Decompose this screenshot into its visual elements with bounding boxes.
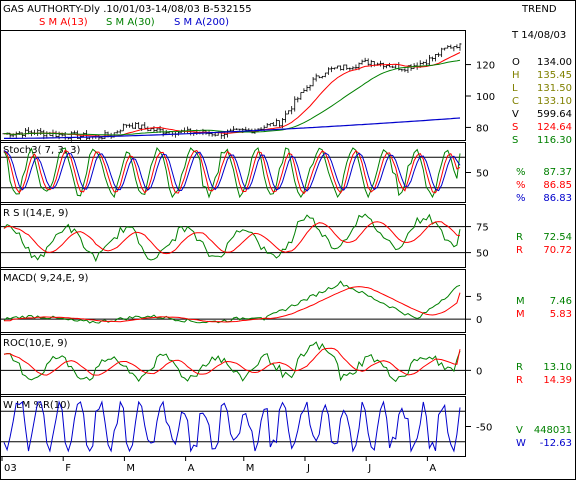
x-tick-label: J xyxy=(306,463,310,474)
macd-value: 5.83 xyxy=(550,309,572,320)
roc-value: 14.39 xyxy=(543,375,572,386)
info-date: T 14/08/03 xyxy=(511,30,566,41)
rsi-value-key: R xyxy=(516,232,523,243)
stoch-value: 87.37 xyxy=(543,167,572,178)
chart-title: GAS AUTHORTY-Dly .10/01/03-14/08/03 B-53… xyxy=(3,4,252,15)
rsi-value-key: R xyxy=(516,245,523,256)
roc-value: 13.10 xyxy=(543,362,572,373)
macd-tick-label: 5 xyxy=(476,292,482,303)
macd-value-key: M xyxy=(516,296,525,307)
chart-frame xyxy=(0,0,576,480)
stoch-value-key: % xyxy=(516,180,526,191)
sma30-legend: S M A(30) xyxy=(106,17,155,28)
stoch-value: 86.83 xyxy=(543,193,572,204)
stoch-tick-label: 50 xyxy=(476,169,489,180)
price-tick-label: 120 xyxy=(476,61,495,72)
wlm-value: 448031 xyxy=(534,425,572,436)
x-tick-label: J xyxy=(367,463,371,474)
rsi-value: 72.54 xyxy=(543,232,572,243)
info-value: 116.30 xyxy=(537,135,572,146)
x-tick-label: M xyxy=(246,463,255,474)
info-key: S xyxy=(512,135,518,146)
roc-value-key: R xyxy=(516,375,523,386)
info-value: 131.50 xyxy=(537,83,572,94)
macd-tick-label: 0 xyxy=(476,315,482,326)
trend-label: TREND xyxy=(521,4,557,15)
info-key: O xyxy=(512,57,520,68)
roc-value-key: R xyxy=(516,362,523,373)
rsi-tick-label: 50 xyxy=(476,249,489,260)
info-value: 135.45 xyxy=(537,70,572,81)
info-value: 133.10 xyxy=(537,96,572,107)
rsi-value: 70.72 xyxy=(543,245,572,256)
x-tick-label: A xyxy=(188,463,195,474)
price-tick-label: 100 xyxy=(476,92,495,103)
macd-value: 7.46 xyxy=(550,296,572,307)
x-tick-label: F xyxy=(65,463,71,474)
info-key: S xyxy=(512,122,518,133)
rsi-tick-label: 75 xyxy=(476,223,489,234)
info-value: 599.64 xyxy=(537,109,572,120)
wlm-value-key: W xyxy=(516,438,526,449)
roc-tick-label: 0 xyxy=(476,366,482,377)
x-tick-label: 03 xyxy=(4,463,17,474)
macd-label: MACD( 9,24,E, 9) xyxy=(3,273,89,284)
wlm-value: -12.63 xyxy=(540,438,572,449)
stoch-value-key: % xyxy=(516,167,526,178)
info-value: 124.64 xyxy=(537,122,572,133)
sma13-legend: S M A(13) xyxy=(39,17,88,28)
wlm-tick-label: -50 xyxy=(476,423,492,434)
x-tick-label: M xyxy=(126,463,135,474)
technical-chart: GAS AUTHORTY-Dly .10/01/03-14/08/03 B-53… xyxy=(0,0,576,480)
rsi-label: R S I(14,E, 9) xyxy=(3,208,68,219)
info-value: 134.00 xyxy=(537,57,572,68)
sma200-legend: S M A(200) xyxy=(174,17,229,28)
stoch-value-key: % xyxy=(516,193,526,204)
price-tick-label: 80 xyxy=(476,123,489,134)
roc-label: ROC(10,E, 9) xyxy=(3,338,68,349)
macd-value-key: M xyxy=(516,309,525,320)
x-tick-label: A xyxy=(429,463,436,474)
info-key: C xyxy=(512,96,519,107)
stoch-value: 86.85 xyxy=(543,180,572,191)
wlm-value-key: V xyxy=(516,425,523,436)
info-key: H xyxy=(512,70,520,81)
info-key: L xyxy=(512,83,518,94)
info-key: V xyxy=(512,109,519,120)
